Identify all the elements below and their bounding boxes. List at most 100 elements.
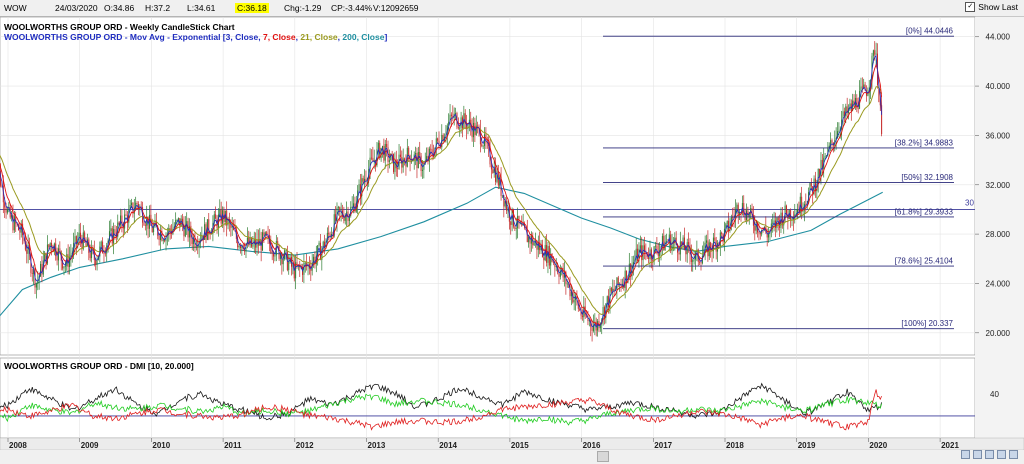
candle-body bbox=[408, 147, 410, 156]
candle-body bbox=[777, 217, 779, 221]
candle-body bbox=[692, 259, 694, 262]
candle-body bbox=[74, 236, 76, 243]
candle-body bbox=[721, 232, 723, 235]
candle-body bbox=[430, 148, 432, 150]
scroll-left-icon[interactable] bbox=[985, 450, 994, 459]
chart-canvas: [0%] 44.0446 [38.2%] 34.9883 [50%] 32.1908… bbox=[0, 16, 1024, 464]
candle-body bbox=[399, 154, 401, 157]
candle-body bbox=[437, 138, 439, 141]
candle-body bbox=[113, 229, 115, 244]
y-tick-label: 24.000 bbox=[986, 279, 1011, 288]
x-tick-label: 2020 bbox=[869, 441, 887, 450]
candle-body bbox=[95, 260, 97, 265]
candle-body bbox=[263, 232, 265, 236]
candle-body bbox=[100, 241, 102, 247]
x-tick-label: 2011 bbox=[224, 441, 242, 450]
candle-body bbox=[686, 242, 688, 255]
candle-body bbox=[271, 252, 273, 254]
candle-body bbox=[678, 252, 680, 255]
candle-body bbox=[197, 246, 199, 248]
candle-body bbox=[642, 245, 644, 261]
zoom-in-icon[interactable] bbox=[961, 450, 970, 459]
x-tick-label: 2019 bbox=[798, 441, 816, 450]
candle-body bbox=[688, 242, 690, 245]
candle-body bbox=[26, 249, 28, 254]
candle-body bbox=[501, 195, 503, 197]
candle-body bbox=[63, 266, 65, 269]
candle-body bbox=[285, 250, 287, 252]
candle-body bbox=[91, 246, 93, 259]
candle-body bbox=[103, 253, 105, 255]
scrollbar-thumb[interactable] bbox=[597, 451, 609, 462]
candle-body bbox=[761, 229, 763, 235]
candle-body bbox=[510, 221, 512, 225]
candle-body bbox=[732, 217, 734, 219]
x-tick-label: 2017 bbox=[654, 441, 672, 450]
candle-body bbox=[358, 184, 360, 191]
scroll-right-icon[interactable] bbox=[997, 450, 1006, 459]
candle-body bbox=[351, 206, 353, 208]
candle-body bbox=[514, 226, 516, 229]
fibonacci-label: [61.8%] 29.3933 bbox=[895, 207, 954, 216]
candle-body bbox=[388, 160, 390, 162]
candle-body bbox=[125, 214, 127, 216]
candle-body bbox=[6, 209, 8, 213]
candle-body bbox=[450, 114, 452, 116]
candle-body bbox=[758, 232, 760, 234]
candle-body bbox=[566, 283, 568, 285]
candle-body bbox=[362, 178, 364, 182]
candle-body bbox=[700, 262, 702, 264]
legend-item: 7, Close bbox=[263, 32, 296, 42]
candle-body bbox=[104, 253, 106, 255]
candle-body bbox=[831, 140, 833, 143]
candle-body bbox=[810, 182, 812, 187]
x-tick-label: 2013 bbox=[368, 441, 386, 450]
candle-body bbox=[781, 212, 783, 226]
candle-body bbox=[490, 164, 492, 170]
candle-body bbox=[195, 246, 197, 248]
candle-body bbox=[772, 222, 774, 224]
fibonacci-label: [78.6%] 25.4104 bbox=[895, 257, 954, 266]
candle-body bbox=[415, 153, 417, 155]
x-tick-label: 2016 bbox=[583, 441, 601, 450]
fibonacci-label: [38.2%] 34.9883 bbox=[895, 138, 954, 147]
legend-item: 21, Close bbox=[300, 32, 338, 42]
candle-body bbox=[482, 145, 484, 147]
candle-body bbox=[238, 246, 240, 248]
candle-body bbox=[543, 257, 545, 261]
candle-body bbox=[728, 220, 730, 231]
legend-prefix: WOOLWORTHS GROUP ORD - Mov Avg - Exponen… bbox=[4, 32, 226, 42]
candle-body bbox=[666, 241, 668, 243]
candle-body bbox=[110, 228, 112, 232]
candle-body bbox=[89, 252, 91, 259]
chart-window: WOW 24/03/2020 O:34.86 H:37.2 L:34.61 C:… bbox=[0, 0, 1024, 464]
candle-body bbox=[515, 228, 517, 229]
fibonacci-label: [100%] 20.337 bbox=[901, 319, 953, 328]
candle-body bbox=[328, 232, 330, 235]
candle-body bbox=[215, 214, 217, 219]
candle-body bbox=[176, 219, 178, 221]
x-tick-label: 2009 bbox=[81, 441, 99, 450]
candle-body bbox=[838, 130, 840, 132]
candle-body bbox=[31, 272, 33, 274]
candle-body bbox=[318, 242, 320, 246]
y-tick-label: 20.000 bbox=[986, 329, 1011, 338]
candle-body bbox=[35, 283, 37, 288]
candle-body bbox=[714, 237, 716, 241]
settings-icon[interactable] bbox=[1009, 450, 1018, 459]
candle-body bbox=[746, 210, 748, 220]
candle-body bbox=[51, 242, 53, 247]
toolbar-icons bbox=[961, 450, 1018, 459]
fibonacci-label: [0%] 44.0446 bbox=[906, 27, 954, 36]
candle-body bbox=[239, 246, 241, 249]
candle-body bbox=[372, 157, 374, 162]
horizontal-scrollbar[interactable] bbox=[0, 450, 1024, 464]
candle-body bbox=[726, 220, 728, 225]
dmi-title: WOOLWORTHS GROUP ORD - DMI [10, 20.000] bbox=[4, 361, 194, 371]
zoom-out-icon[interactable] bbox=[973, 450, 982, 459]
candle-body bbox=[288, 261, 290, 271]
candle-body bbox=[655, 245, 657, 247]
x-tick-label: 2012 bbox=[296, 441, 314, 450]
candle-body bbox=[791, 218, 793, 220]
y-tick-label: 40.000 bbox=[986, 82, 1011, 91]
